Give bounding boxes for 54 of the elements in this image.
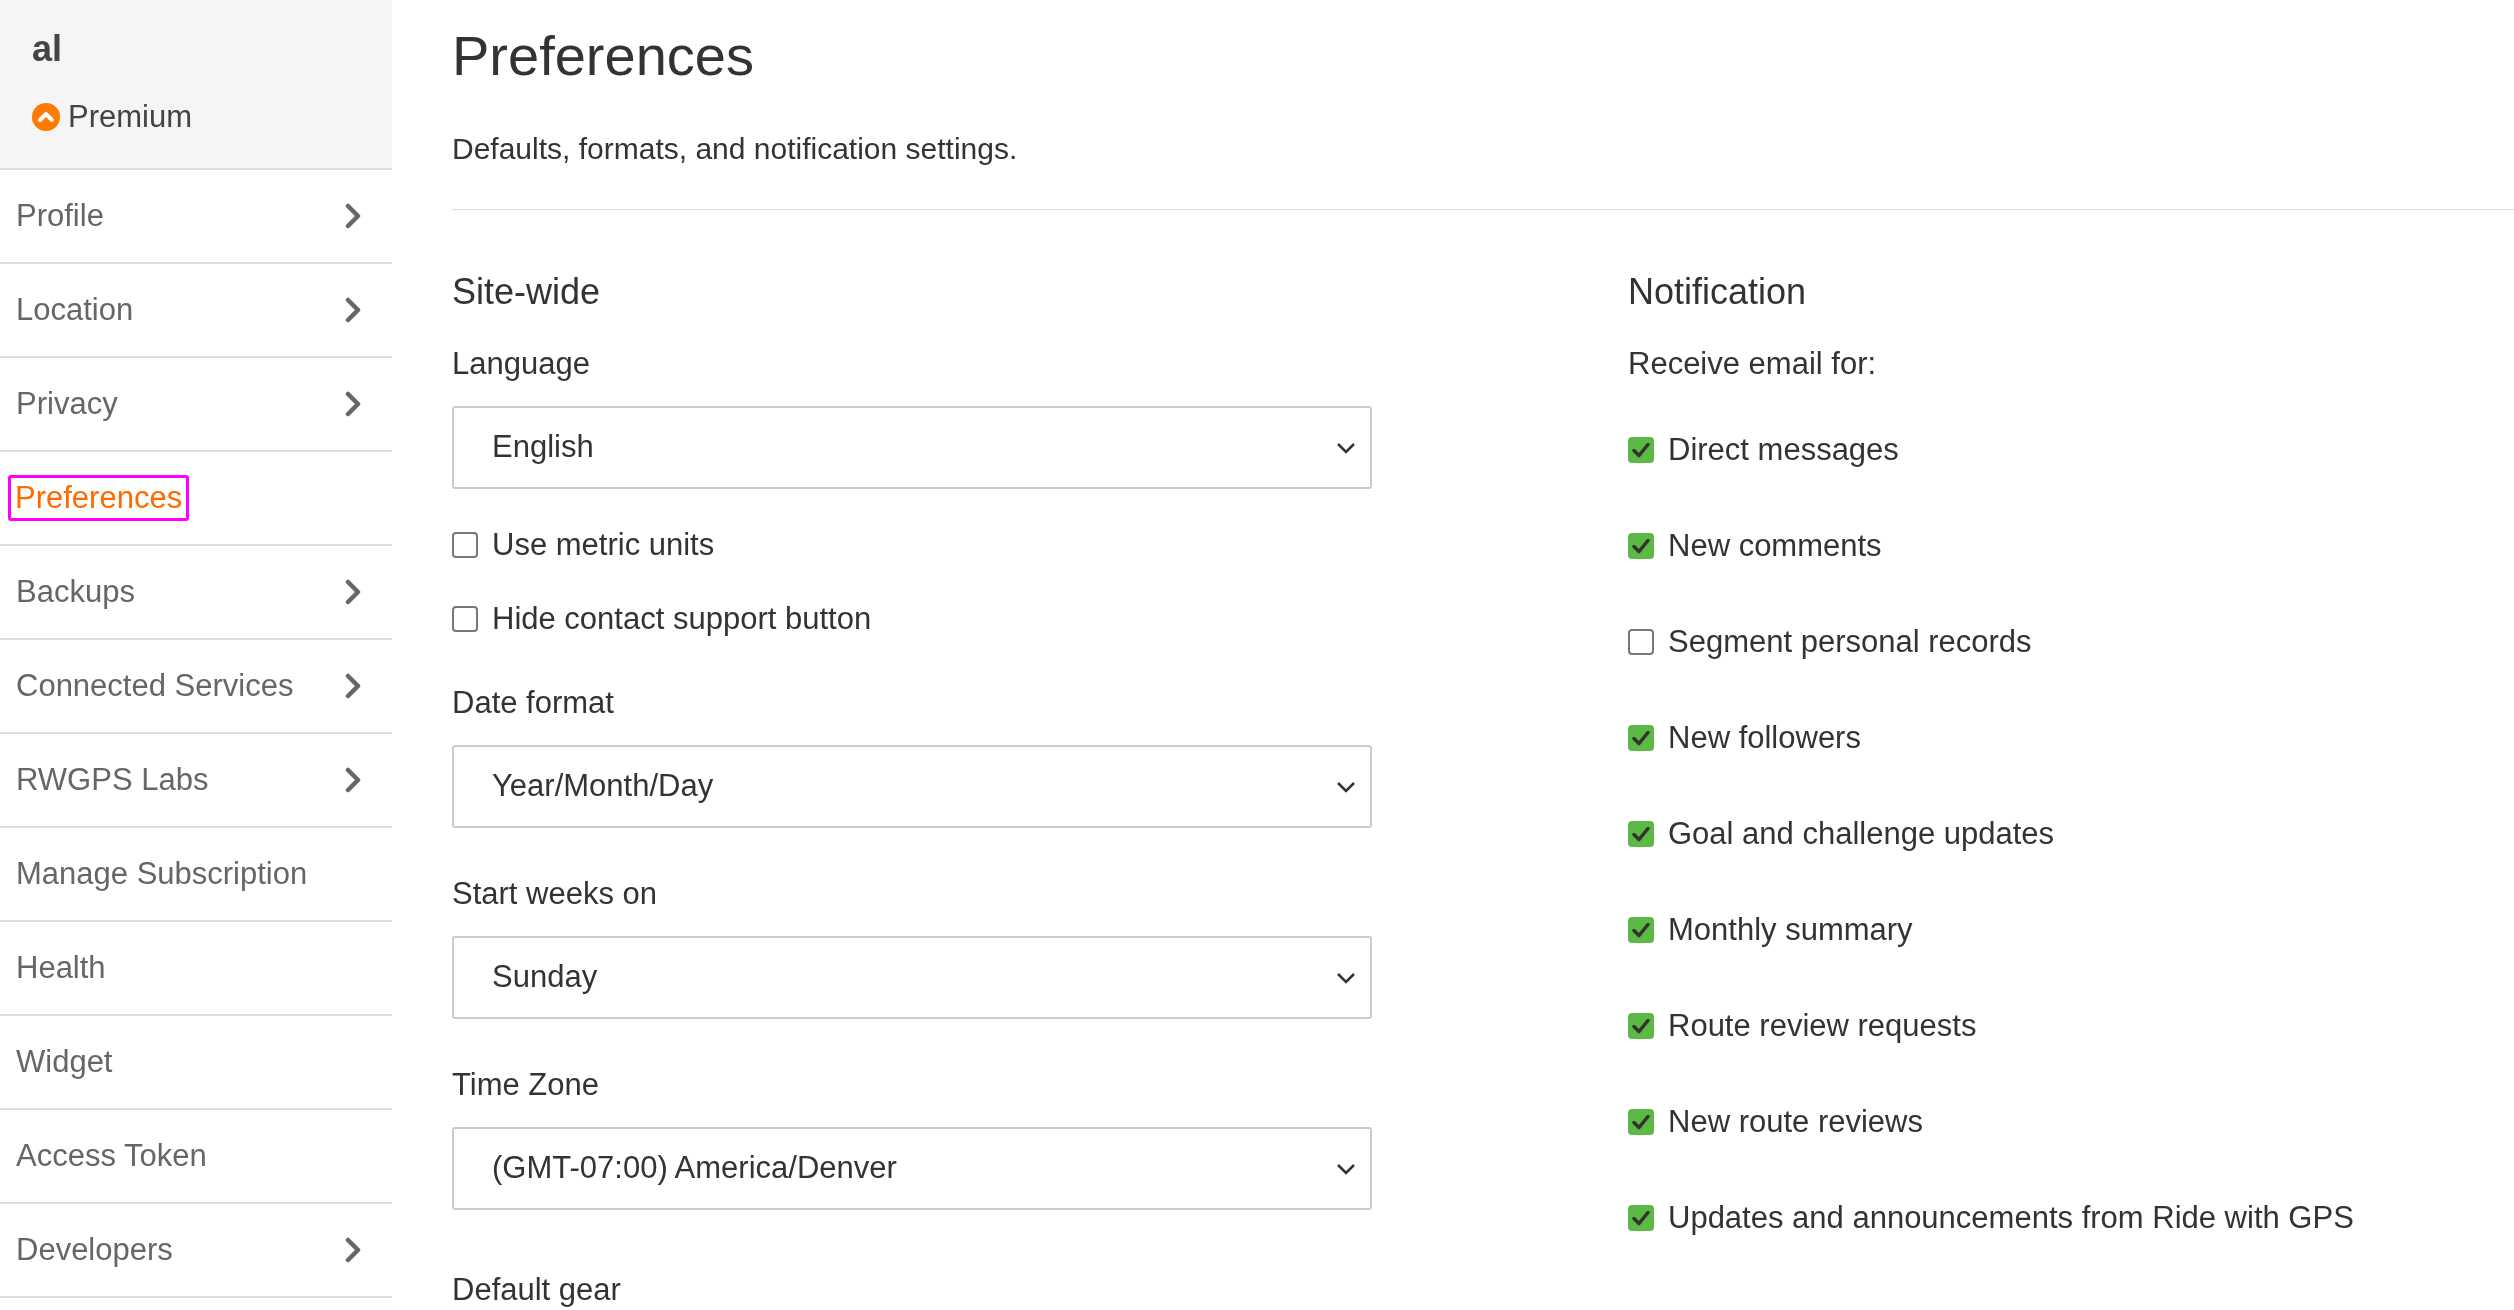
sidebar-link[interactable]: Privacy xyxy=(8,384,126,424)
field-label: Language xyxy=(452,345,591,383)
chevron-down-icon xyxy=(1336,971,1356,984)
checkbox[interactable] xyxy=(1628,821,1654,847)
sidebar-link[interactable]: Widget xyxy=(8,1042,121,1082)
select-field[interactable]: English xyxy=(452,406,1372,489)
checkbox-label: Hide contact support button xyxy=(492,600,872,638)
checkbox-label: Segment personal records xyxy=(1668,623,2032,661)
chevron-down-icon xyxy=(1336,1162,1356,1175)
checkbox-label: Use metric units xyxy=(492,526,715,564)
sidebar-link[interactable]: Profile xyxy=(8,196,112,236)
select-field[interactable]: Sunday xyxy=(452,936,1372,1019)
field-label: Default gear xyxy=(452,1271,622,1309)
chevron-down-icon xyxy=(1336,441,1356,454)
checkbox-label: New comments xyxy=(1668,527,1882,565)
checkbox[interactable] xyxy=(1628,917,1654,943)
page-subtitle: Defaults, formats, and notification settings. xyxy=(452,131,1019,167)
select-field[interactable]: Year/Month/Day xyxy=(452,745,1372,828)
section-heading: Site-wide xyxy=(452,270,602,314)
checkbox[interactable] xyxy=(1628,1109,1654,1135)
sidebar-link[interactable]: Location xyxy=(8,290,142,330)
sidebar-link[interactable]: Backups xyxy=(8,572,143,612)
select-field[interactable]: (GMT-07:00) America/Denver xyxy=(452,1127,1372,1210)
section-heading: Notification xyxy=(1628,270,1808,314)
checkbox[interactable] xyxy=(452,606,478,632)
user-name: al xyxy=(32,27,64,71)
sidebar-link[interactable]: Developers xyxy=(8,1230,181,1270)
checkbox[interactable] xyxy=(1628,1205,1654,1231)
checkbox[interactable] xyxy=(1628,725,1654,751)
checkbox-label: Monthly summary xyxy=(1668,911,1913,949)
sidebar-link[interactable]: Access Token xyxy=(8,1136,215,1176)
checkbox[interactable] xyxy=(1628,437,1654,463)
checkbox-label: New followers xyxy=(1668,719,1861,757)
checkbox-label: Route review requests xyxy=(1668,1007,1977,1045)
checkbox[interactable] xyxy=(1628,1013,1654,1039)
field-label: Start weeks on xyxy=(452,875,659,913)
chevron-up-circle-icon xyxy=(32,103,60,132)
sidebar-link[interactable]: Manage Subscription xyxy=(8,854,316,894)
sidebar-link[interactable]: Connected Services xyxy=(8,666,302,706)
field-label: Time Zone xyxy=(452,1066,600,1104)
checkbox-label: Goal and challenge updates xyxy=(1668,815,2055,853)
chevron-down-icon xyxy=(1336,780,1356,793)
checkbox[interactable] xyxy=(452,532,478,558)
page-title: Preferences xyxy=(452,23,755,89)
intro-text: Receive email for: xyxy=(1628,345,1878,383)
checkbox[interactable] xyxy=(1628,629,1654,655)
sidebar-link[interactable]: RWGPS Labs xyxy=(8,760,217,800)
checkbox-label: New route reviews xyxy=(1668,1103,1923,1141)
checkbox[interactable] xyxy=(1628,533,1654,559)
field-label: Date format xyxy=(452,684,615,722)
sidebar-link[interactable]: Health xyxy=(8,948,114,988)
checkbox-label: Direct messages xyxy=(1668,431,1899,469)
plan-label: Premium xyxy=(68,98,192,136)
checkbox-label: Updates and announcements from Ride with GPS xyxy=(1668,1199,2354,1237)
